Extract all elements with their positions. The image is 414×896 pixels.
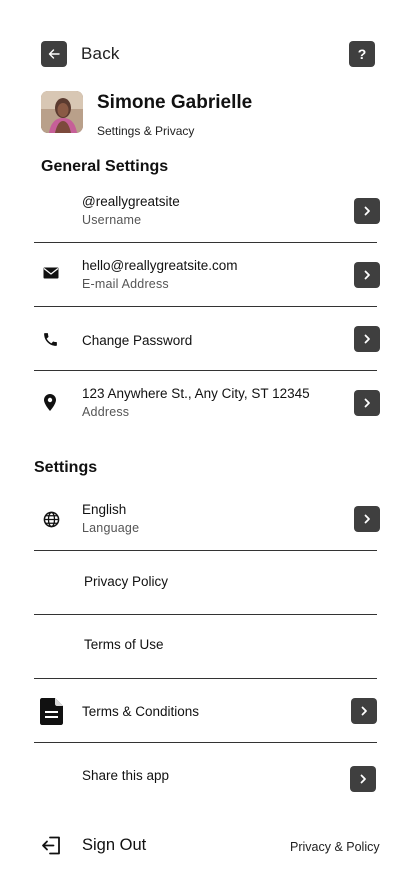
chevron-right-icon <box>364 270 370 280</box>
language-chevron-button[interactable] <box>354 506 380 532</box>
divider <box>34 678 377 679</box>
profile-name: Simone Gabrielle <box>97 92 253 113</box>
address-value: 123 Anywhere St., Any City, ST 12345 <box>82 386 310 401</box>
terms-conditions-chevron-button[interactable] <box>351 698 377 724</box>
chevron-right-icon <box>364 334 370 344</box>
document-icon <box>39 697 63 725</box>
language-value: English <box>82 502 127 517</box>
divider <box>34 306 377 307</box>
email-label: E-mail Address <box>82 277 169 291</box>
change-password-label: Change Password <box>82 333 193 348</box>
chevron-right-icon <box>364 514 370 524</box>
help-button[interactable]: ? <box>349 41 375 67</box>
help-icon: ? <box>357 46 367 62</box>
username-chevron-button[interactable] <box>354 198 380 224</box>
general-settings-title: General Settings <box>41 158 169 175</box>
terms-of-use-link[interactable]: Terms of Use <box>84 637 164 652</box>
chevron-right-icon <box>360 774 366 784</box>
change-password-chevron-button[interactable] <box>354 326 380 352</box>
back-label[interactable]: Back <box>81 44 120 64</box>
privacy-policy-footer-link[interactable]: Privacy & Policy <box>290 840 380 854</box>
divider <box>34 242 377 243</box>
divider <box>34 614 377 615</box>
avatar <box>41 91 83 133</box>
address-label: Address <box>82 405 130 419</box>
divider <box>34 742 377 743</box>
language-label: Language <box>82 521 140 535</box>
chevron-right-icon <box>364 206 370 216</box>
share-app-label: Share this app <box>82 768 170 783</box>
avatar-photo <box>41 91 83 133</box>
profile-subtitle: Settings & Privacy <box>97 124 195 138</box>
divider <box>34 370 377 371</box>
address-chevron-button[interactable] <box>354 390 380 416</box>
arrow-left-icon <box>48 49 60 59</box>
phone-icon <box>41 330 59 348</box>
sign-out-icon <box>40 835 62 855</box>
chevron-right-icon <box>364 398 370 408</box>
globe-icon <box>42 510 60 528</box>
username-value: @reallygreatsite <box>82 194 180 209</box>
settings-title: Settings <box>34 459 98 476</box>
email-value: hello@reallygreatsite.com <box>82 258 238 273</box>
chevron-right-icon <box>361 706 367 716</box>
sign-out-label: Sign Out <box>82 836 147 854</box>
map-pin-icon <box>43 393 57 411</box>
username-label: Username <box>82 213 142 227</box>
email-chevron-button[interactable] <box>354 262 380 288</box>
divider <box>34 550 377 551</box>
back-button[interactable] <box>41 41 67 67</box>
share-app-chevron-button[interactable] <box>350 766 376 792</box>
privacy-policy-link[interactable]: Privacy Policy <box>84 574 168 589</box>
mail-icon <box>42 266 60 280</box>
terms-conditions-label: Terms & Conditions <box>82 704 200 719</box>
